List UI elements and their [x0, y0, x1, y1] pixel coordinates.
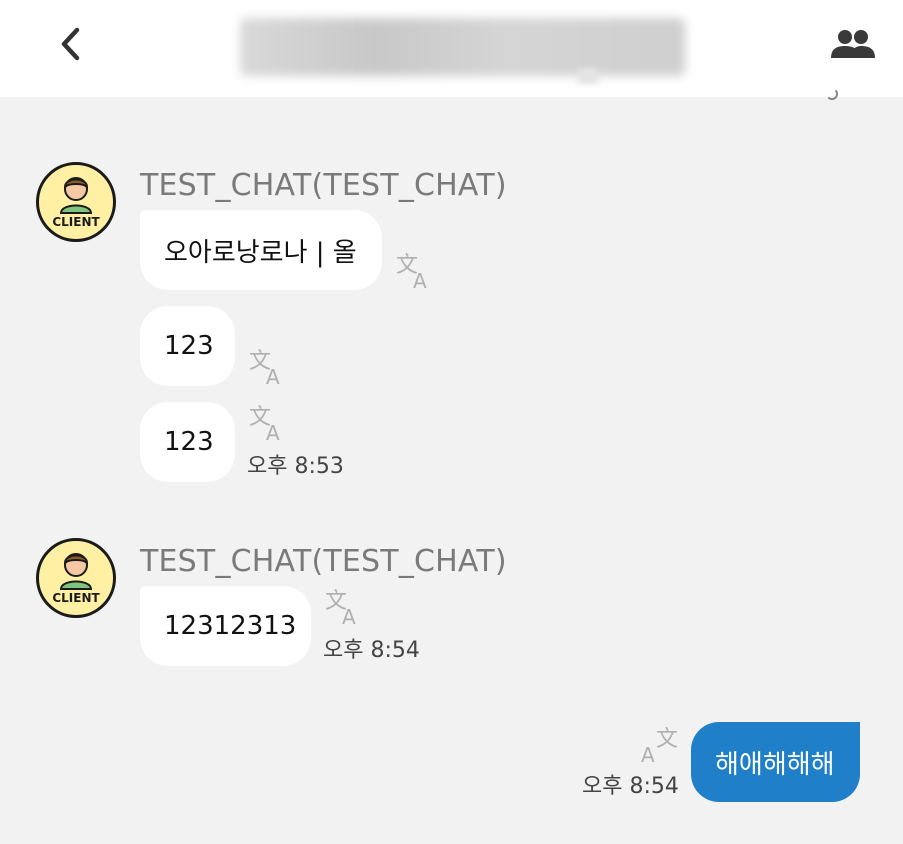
my-message-bubble[interactable]: 해애해해해: [691, 722, 860, 802]
translate-icon[interactable]: 文 A: [394, 250, 434, 290]
avatar[interactable]: CLIENT: [36, 538, 116, 618]
avatar-label: CLIENT: [52, 215, 100, 229]
svg-text:A: A: [266, 365, 280, 386]
sender-name: TEST_CHAT(TEST_CHAT): [140, 544, 507, 579]
svg-text:A: A: [342, 605, 356, 626]
svg-text:A: A: [641, 743, 655, 764]
translate-icon[interactable]: A 文: [640, 724, 680, 764]
translate-icon[interactable]: 文 A: [247, 402, 287, 442]
sender-name: TEST_CHAT(TEST_CHAT): [140, 168, 507, 203]
avatar[interactable]: CLIENT: [36, 162, 116, 242]
loading-indicator: [826, 88, 838, 100]
client-avatar-icon: CLIENT: [52, 553, 100, 605]
group-icon: [831, 30, 875, 58]
chat-header: [0, 0, 903, 97]
chevron-left-icon: [61, 27, 80, 61]
message-text: 12312313: [164, 611, 297, 641]
chat-title-redacted-tail: [578, 68, 598, 84]
translate-icon[interactable]: 文 A: [247, 346, 287, 386]
avatar-label: CLIENT: [52, 591, 100, 605]
svg-text:文: 文: [656, 727, 678, 752]
chat-title-redacted: [240, 18, 685, 76]
svg-text:A: A: [413, 269, 427, 290]
message-time: 오후 8:54: [323, 638, 420, 663]
back-button[interactable]: [50, 22, 90, 66]
translate-icon[interactable]: 文 A: [323, 586, 363, 626]
message-text: 123: [164, 331, 214, 361]
members-button[interactable]: [829, 24, 877, 64]
message-bubble[interactable]: 오아로낭로나 | 올: [140, 210, 382, 290]
message-bubble[interactable]: 123: [140, 402, 235, 482]
svg-text:A: A: [266, 421, 280, 442]
message-text: 해애해해해: [715, 749, 835, 780]
message-bubble[interactable]: 12312313: [140, 586, 311, 666]
message-text: 오아로낭로나 | 올: [164, 237, 357, 268]
client-avatar-icon: CLIENT: [52, 177, 100, 229]
message-time: 오후 8:54: [582, 774, 679, 799]
message-text: 123: [164, 427, 214, 457]
message-time: 오후 8:53: [247, 454, 344, 479]
message-bubble[interactable]: 123: [140, 306, 235, 386]
